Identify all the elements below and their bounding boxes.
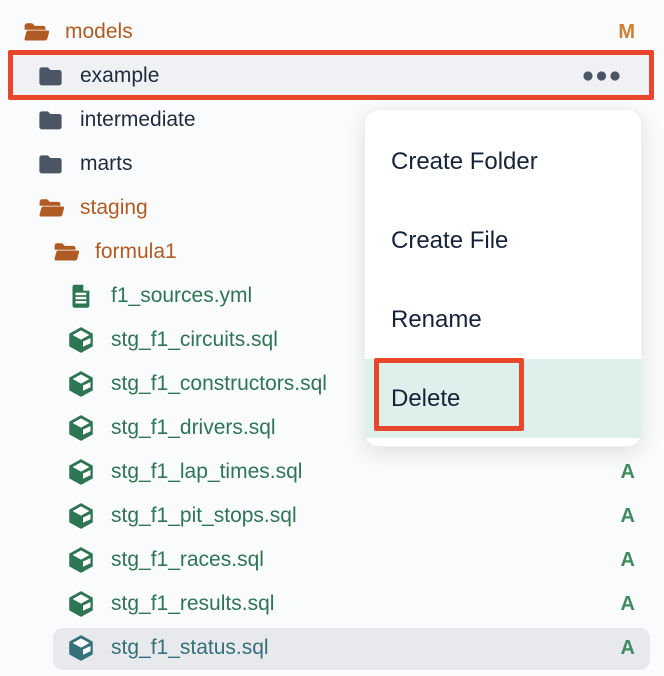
tree-item-stg-f1-status-sql[interactable]: stg_f1_status.sql A <box>0 626 664 670</box>
menu-item-delete[interactable]: Delete <box>365 359 641 438</box>
folder-open-icon <box>20 18 50 47</box>
folder-closed-icon <box>35 150 65 179</box>
menu-item-rename[interactable]: Rename <box>365 280 641 359</box>
tree-item-label: formula1 <box>95 240 177 264</box>
folder-closed-icon <box>35 106 65 135</box>
menu-item-label: Rename <box>391 306 482 334</box>
more-actions-icon[interactable] <box>582 70 621 82</box>
git-status-badge: A <box>621 461 635 484</box>
tree-item-models[interactable]: models M <box>0 10 664 54</box>
tree-item-label: intermediate <box>80 108 196 132</box>
folder-closed-icon <box>35 62 65 91</box>
tree-item-label: stg_f1_status.sql <box>111 636 269 660</box>
model-cube-icon <box>66 369 96 399</box>
tree-item-label: stg_f1_races.sql <box>111 548 264 572</box>
menu-item-label: Create File <box>391 227 508 255</box>
tree-item-stg-f1-races-sql[interactable]: stg_f1_races.sql A <box>0 538 664 582</box>
tree-item-label: marts <box>80 152 133 176</box>
model-cube-icon <box>66 501 96 531</box>
tree-item-label: stg_f1_circuits.sql <box>111 328 278 352</box>
git-status-badge: A <box>621 593 635 616</box>
tree-item-label: stg_f1_drivers.sql <box>111 416 276 440</box>
model-cube-icon <box>66 413 96 443</box>
git-status-badge: A <box>621 549 635 572</box>
model-cube-icon <box>66 325 96 355</box>
model-cube-icon <box>66 457 96 487</box>
menu-item-create-file[interactable]: Create File <box>365 201 641 280</box>
tree-item-label: example <box>80 64 159 88</box>
tree-item-label: models <box>65 20 133 44</box>
tree-item-label: stg_f1_lap_times.sql <box>111 460 302 484</box>
menu-item-create-folder[interactable]: Create Folder <box>365 122 641 201</box>
git-status-badge: M <box>618 21 635 44</box>
git-status-badge: A <box>621 637 635 660</box>
folder-open-icon <box>50 238 80 267</box>
tree-item-stg-f1-results-sql[interactable]: stg_f1_results.sql A <box>0 582 664 626</box>
model-cube-icon <box>66 545 96 575</box>
menu-item-label: Create Folder <box>391 148 538 176</box>
tree-item-label: staging <box>80 196 148 220</box>
tree-item-stg-f1-pit-stops-sql[interactable]: stg_f1_pit_stops.sql A <box>0 494 664 538</box>
git-status-badge: A <box>621 505 635 528</box>
file-doc-icon <box>66 283 96 310</box>
tree-item-label: stg_f1_constructors.sql <box>111 372 327 396</box>
tree-item-label: f1_sources.yml <box>111 284 252 308</box>
context-menu: Create Folder Create File Rename Delete <box>364 109 642 447</box>
menu-item-label: Delete <box>391 385 460 413</box>
tree-item-label: stg_f1_pit_stops.sql <box>111 504 297 528</box>
tree-item-label: stg_f1_results.sql <box>111 592 274 616</box>
model-cube-icon <box>66 633 96 663</box>
model-cube-icon <box>66 589 96 619</box>
tree-item-example[interactable]: example <box>0 54 664 98</box>
folder-open-icon <box>35 194 65 223</box>
tree-item-stg-f1-lap-times-sql[interactable]: stg_f1_lap_times.sql A <box>0 450 664 494</box>
